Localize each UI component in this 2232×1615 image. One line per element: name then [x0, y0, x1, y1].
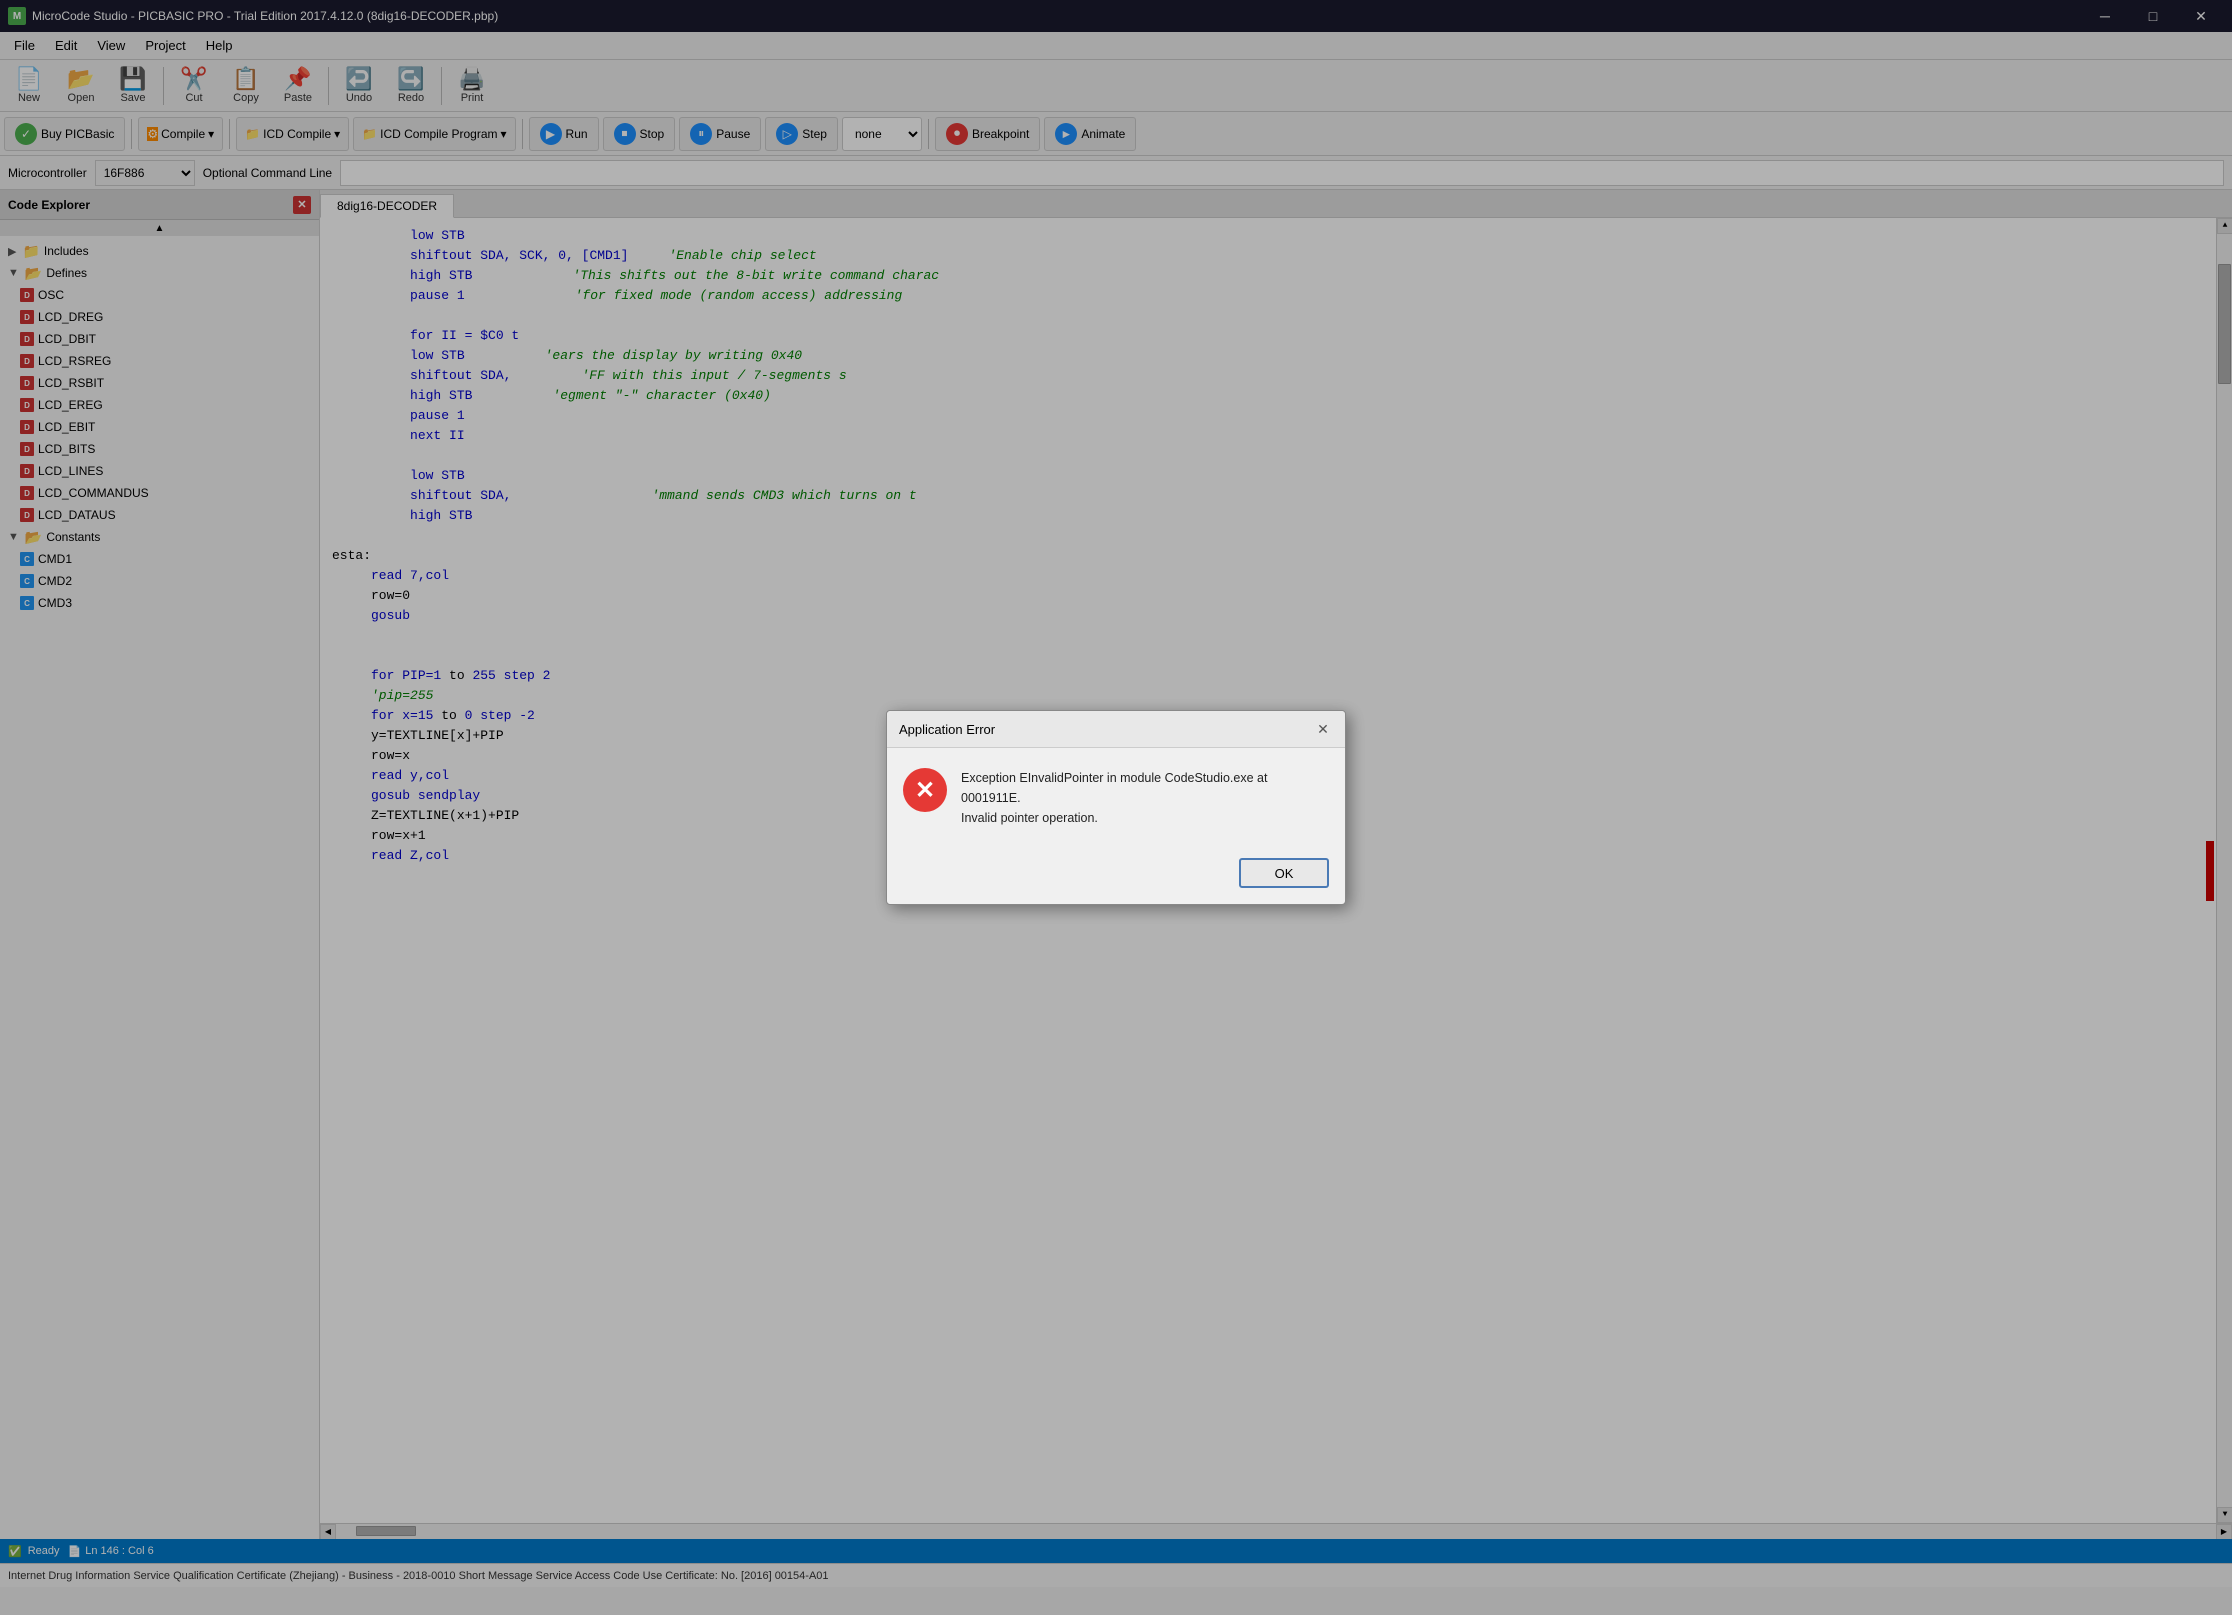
ok-label: OK: [1275, 866, 1294, 881]
modal-overlay: Application Error ✕ ✕ Exception EInvalid…: [0, 0, 2232, 1615]
modal-close-button[interactable]: ✕: [1313, 719, 1333, 739]
modal-message: Exception EInvalidPointer in module Code…: [961, 768, 1267, 828]
modal-footer: OK: [887, 848, 1345, 904]
modal-body: ✕ Exception EInvalidPointer in module Co…: [887, 748, 1345, 848]
modal-title: Application Error: [899, 722, 995, 737]
modal-ok-button[interactable]: OK: [1239, 858, 1329, 888]
modal-titlebar: Application Error ✕: [887, 711, 1345, 748]
error-icon: ✕: [903, 768, 947, 812]
error-line-1: Exception EInvalidPointer in module Code…: [961, 768, 1267, 788]
error-line-3: Invalid pointer operation.: [961, 808, 1267, 828]
error-line-2: 0001911E.: [961, 788, 1267, 808]
error-dialog: Application Error ✕ ✕ Exception EInvalid…: [886, 710, 1346, 905]
